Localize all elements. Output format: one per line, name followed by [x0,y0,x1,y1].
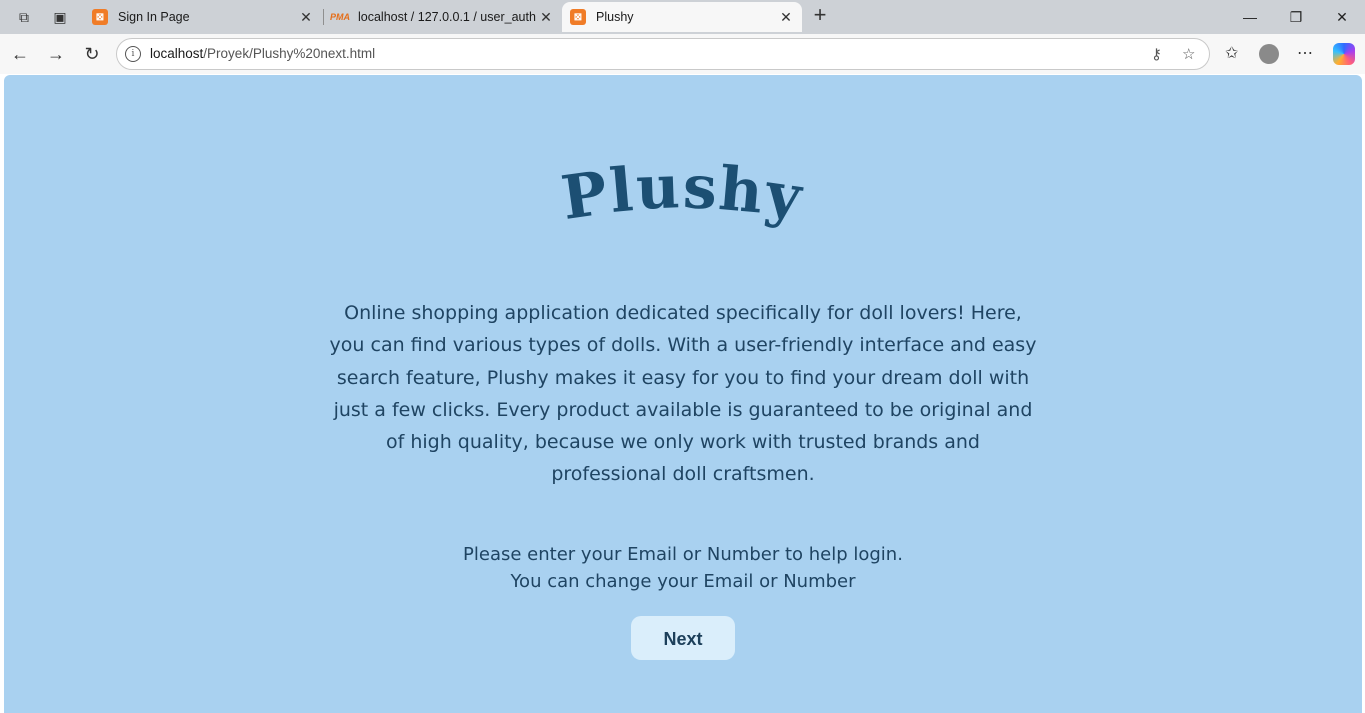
browser-toolbar: ← → ↻ i localhost/Proyek/Plushy%20next.h… [0,34,1365,74]
copilot-icon[interactable] [1333,43,1355,65]
close-tab-icon[interactable]: ✕ [296,9,316,26]
tab-strip: ⧉ ▣ ⊠ Sign In Page ✕ PMA localhost / 127… [0,0,1365,34]
logo-letter: s [681,152,721,224]
prompt-line-1: Please enter your Email or Number to hel… [463,544,903,565]
key-icon[interactable]: ⚷ [1151,45,1162,63]
close-tab-icon[interactable]: ✕ [536,9,556,26]
url-host: localhost [150,46,204,61]
vertical-tabs-icon[interactable]: ▣ [49,6,71,28]
url-path: /Proyek/Plushy%20next.html [203,46,376,61]
tab-phpmyadmin[interactable]: PMA localhost / 127.0.0.1 / user_auth / … [324,2,562,32]
back-icon[interactable]: ← [8,42,32,66]
close-window-icon[interactable]: ✕ [1319,0,1365,34]
logo-letter: y [761,158,809,234]
restore-icon[interactable]: ❐ [1273,0,1319,34]
forward-icon[interactable]: → [44,42,68,66]
url-text[interactable]: localhost/Proyek/Plushy%20next.html [150,46,375,61]
plushy-logo: Plushy [4,152,1362,234]
workspaces-icon[interactable]: ⧉ [13,6,35,28]
tab-plushy[interactable]: ⊠ Plushy ✕ [562,2,802,32]
prompt-line-2: You can change your Email or Number [510,571,856,592]
tab-sign-in-page[interactable]: ⊠ Sign In Page ✕ [84,2,322,32]
logo-letter: P [557,157,615,235]
profile-avatar[interactable] [1259,44,1279,64]
next-button[interactable]: Next [631,616,735,660]
more-options-icon[interactable]: ⋯ [1297,43,1313,63]
app-description: Online shopping application dedicated sp… [329,302,1037,486]
page-viewport: Plushy Online shopping application dedic… [4,75,1362,713]
favorites-icon[interactable]: ✩ [1225,43,1238,63]
minimize-icon[interactable]: — [1227,0,1273,34]
xampp-icon: ⊠ [570,9,586,25]
login-prompt: Please enter your Email or Number to hel… [4,541,1362,595]
favorite-star-icon[interactable]: ☆ [1182,45,1195,63]
new-tab-icon[interactable]: + [808,4,832,28]
tab-title: Plushy [596,10,634,24]
tab-title: Sign In Page [118,10,190,24]
xampp-icon: ⊠ [92,9,108,25]
phpmyadmin-icon: PMA [330,12,350,22]
reload-icon[interactable]: ↻ [80,42,104,66]
close-tab-icon[interactable]: ✕ [776,9,796,26]
logo-letter: u [634,152,684,224]
address-bar[interactable]: i localhost/Proyek/Plushy%20next.html ⚷ … [116,38,1210,70]
site-info-icon[interactable]: i [125,46,141,62]
tab-title: localhost / 127.0.0.1 / user_auth / [358,10,536,24]
logo-letter: h [716,154,769,228]
